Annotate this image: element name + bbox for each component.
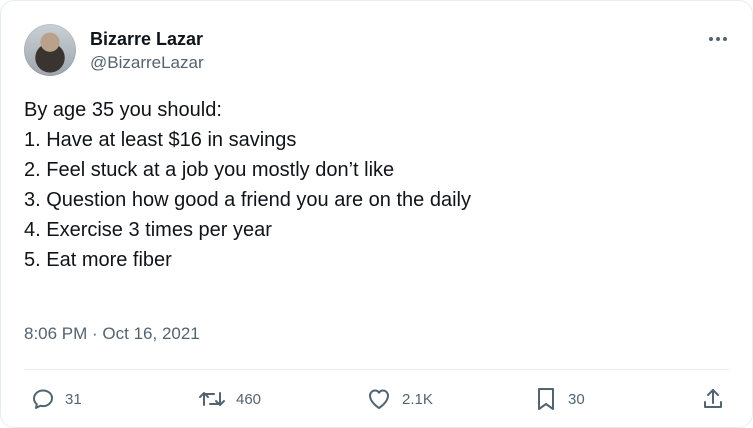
like-button[interactable]: 2.1K [366,384,433,414]
tweet-line: 4. Exercise 3 times per year [24,219,272,241]
like-count: 2.1K [402,390,433,408]
reply-count: 31 [65,390,82,408]
tweet-timestamp[interactable]: 8:06 PM · Oct 16, 2021 [24,324,200,344]
retweet-button[interactable]: 460 [198,384,261,414]
tweet-line: 2. Feel stuck at a job you mostly don’t … [24,159,395,181]
tweet-line: 1. Have at least $16 in savings [24,129,297,151]
tweet-text: By age 35 you should: 1. Have at least $… [24,95,724,275]
retweet-count: 460 [236,390,262,408]
retweet-icon [199,392,225,406]
share-button[interactable] [701,384,725,414]
reply-icon [33,389,53,409]
bookmark-count: 30 [568,390,585,408]
share-icon [704,389,722,408]
bookmark-icon [538,388,554,410]
bookmark-button[interactable]: 30 [534,384,585,414]
tweet-line: 5. Eat more fiber [24,249,172,271]
tweet-line: By age 35 you should: [24,99,222,121]
more-horizontal-icon [709,37,727,41]
heart-icon [369,389,389,409]
user-handle[interactable]: @BizarreLazar [90,53,204,73]
action-bar: 31 460 2.1K 30 [1,384,752,414]
tweet-line: 3. Question how good a friend you are on… [24,189,471,211]
reply-button[interactable]: 31 [31,384,82,414]
tweet-card: Bizarre Lazar @BizarreLazar By age 35 yo… [0,0,753,428]
display-name[interactable]: Bizarre Lazar [90,28,203,50]
more-options-button[interactable] [706,27,730,51]
avatar[interactable] [24,24,76,76]
divider [24,369,729,370]
